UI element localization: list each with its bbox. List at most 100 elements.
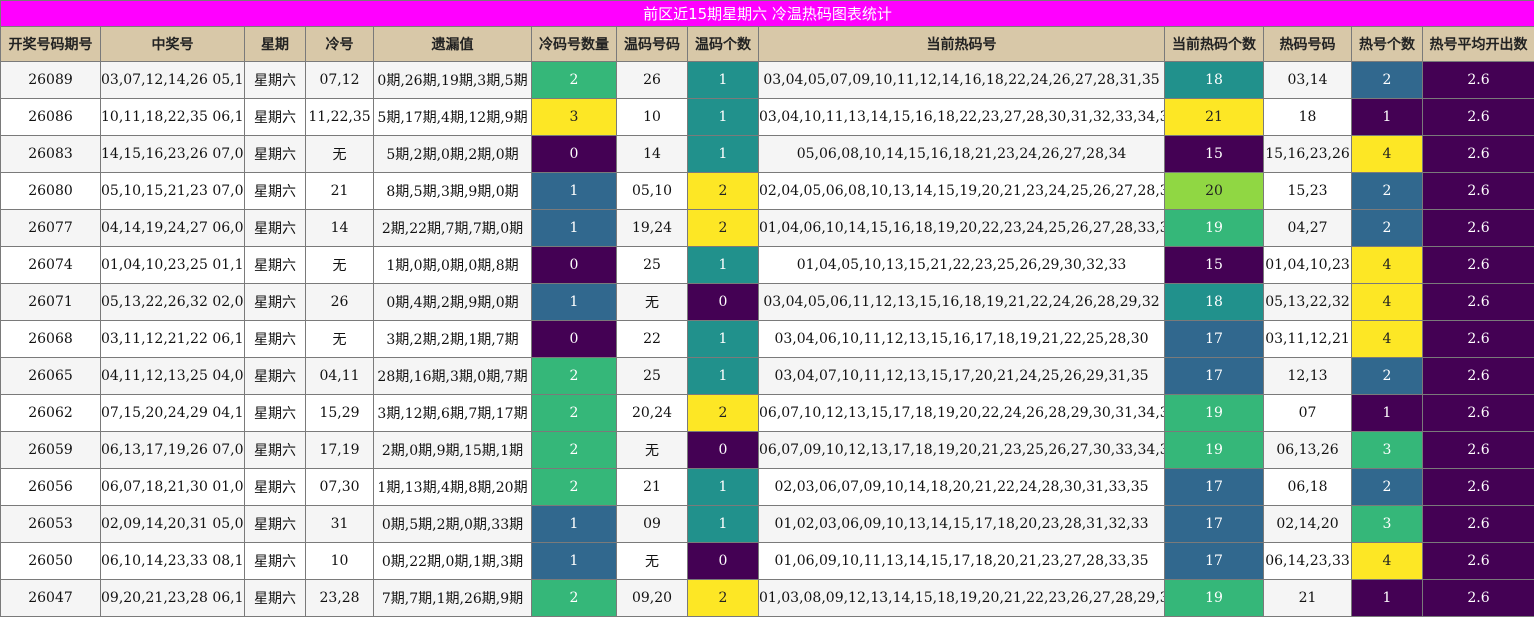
- cell-cold: 04,11: [305, 357, 374, 395]
- header-warm-count: 温码个数: [687, 26, 759, 62]
- header-numbers: 中奖号: [100, 26, 245, 62]
- cell-hot-count: 15: [1164, 135, 1264, 173]
- header-cold-count: 冷码号数量: [531, 26, 617, 62]
- cell-avg: 2.6: [1421, 320, 1534, 358]
- cell-weekday: 星期六: [244, 172, 306, 210]
- cell-hit-count: 2: [1351, 172, 1423, 210]
- cell-cold-count: 1: [531, 283, 617, 321]
- cell-hit-count: 4: [1351, 135, 1423, 173]
- cell-missing: 1期,13期,4期,8期,20期: [373, 468, 532, 506]
- table-row: 26089 03,07,12,14,26 05,11 星期六 07,12 0期,26期,…: [0, 61, 1534, 99]
- cell-issue: 26074: [0, 246, 101, 284]
- cell-warm-count: 1: [687, 135, 759, 173]
- cell-missing: 0期,26期,19期,3期,5期: [373, 61, 532, 99]
- cell-warm: 无: [616, 431, 688, 469]
- table-row: 26062 07,15,20,24,29 04,10 星期六 15,29 3期,12期,…: [0, 394, 1534, 432]
- header-avg: 热号平均开出数: [1421, 26, 1534, 62]
- table-row: 26074 01,04,10,23,25 01,12 星期六无 1期,0期,0期,0期…: [0, 246, 1534, 284]
- cell-missing: 2期,22期,7期,7期,0期: [373, 209, 532, 247]
- table-title: 前区近15期星期六 冷温热码图表统计: [0, 0, 1534, 27]
- cell-avg: 2.6: [1421, 61, 1534, 99]
- cell-hit-count: 2: [1351, 468, 1423, 506]
- title-row: 前区近15期星期六 冷温热码图表统计: [0, 0, 1534, 27]
- table-row: 26086 10,11,18,22,35 06,12 星期六 11,22,35 5期,1…: [0, 98, 1534, 136]
- cell-hot-count: 18: [1164, 61, 1264, 99]
- cell-hot-hit: 18: [1263, 98, 1352, 136]
- cell-warm: 无: [616, 542, 688, 580]
- cell-cold: 26: [305, 283, 374, 321]
- cell-missing: 3期,12期,6期,7期,17期: [373, 394, 532, 432]
- cell-hot-hit: 06,18: [1263, 468, 1352, 506]
- cell-hot-count: 17: [1164, 505, 1264, 543]
- cell-cold-count: 0: [531, 320, 617, 358]
- cell-warm: 21: [616, 468, 688, 506]
- cell-avg: 2.6: [1421, 542, 1534, 580]
- cell-warm-count: 0: [687, 542, 759, 580]
- cell-warm: 20,24: [616, 394, 688, 432]
- cell-hit-count: 1: [1351, 98, 1423, 136]
- cell-numbers: 01,04,10,23,25 01,12: [100, 246, 245, 284]
- cell-hot-count: 17: [1164, 542, 1264, 580]
- cell-issue: 26059: [0, 431, 101, 469]
- cell-hot-hit: 06,14,23,33: [1263, 542, 1352, 580]
- cell-missing: 0期,22期,0期,1期,3期: [373, 542, 532, 580]
- cell-hot-hit: 06,13,26: [1263, 431, 1352, 469]
- cell-cold-count: 2: [531, 468, 617, 506]
- cell-cold-count: 2: [531, 431, 617, 469]
- cell-weekday: 星期六: [244, 98, 306, 136]
- cell-warm-count: 0: [687, 283, 759, 321]
- cell-missing: 5期,2期,0期,2期,0期: [373, 135, 532, 173]
- cell-hot-hit: 15,23: [1263, 172, 1352, 210]
- cell-warm: 无: [616, 283, 688, 321]
- cell-cold-count: 3: [531, 98, 617, 136]
- cell-hot-hit: 04,27: [1263, 209, 1352, 247]
- cell-hit-count: 4: [1351, 283, 1423, 321]
- cell-numbers: 07,15,20,24,29 04,10: [100, 394, 245, 432]
- cell-hot-hit: 12,13: [1263, 357, 1352, 395]
- cell-issue: 26071: [0, 283, 101, 321]
- cell-hit-count: 4: [1351, 246, 1423, 284]
- cell-cold: 31: [305, 505, 374, 543]
- cell-warm-count: 2: [687, 579, 759, 617]
- cell-warm: 19,24: [616, 209, 688, 247]
- cell-hit-count: 2: [1351, 357, 1423, 395]
- cell-weekday: 星期六: [244, 246, 306, 284]
- cell-hot-count: 19: [1164, 394, 1264, 432]
- cell-weekday: 星期六: [244, 579, 306, 617]
- table-row: 26068 03,11,12,21,22 06,10 星期六无 3期,2期,2期,1期…: [0, 320, 1534, 358]
- cell-warm: 26: [616, 61, 688, 99]
- cell-hot-list: 01,06,09,10,11,13,14,15,17,18,20,21,23,2…: [758, 542, 1165, 580]
- cell-numbers: 06,13,17,19,26 07,08: [100, 431, 245, 469]
- cell-avg: 2.6: [1421, 505, 1534, 543]
- cell-warm: 09,20: [616, 579, 688, 617]
- cell-avg: 2.6: [1421, 468, 1534, 506]
- cell-weekday: 星期六: [244, 357, 306, 395]
- cell-missing: 28期,16期,3期,0期,7期: [373, 357, 532, 395]
- cell-hot-count: 17: [1164, 468, 1264, 506]
- cell-cold: 14: [305, 209, 374, 247]
- cell-warm-count: 1: [687, 468, 759, 506]
- cell-missing: 8期,5期,3期,9期,0期: [373, 172, 532, 210]
- cell-warm-count: 1: [687, 246, 759, 284]
- cell-issue: 26089: [0, 61, 101, 99]
- table-row: 26047 09,20,21,23,28 06,11 星期六 23,28 7期,7期,1…: [0, 579, 1534, 617]
- cell-cold-count: 2: [531, 357, 617, 395]
- cell-warm: 25: [616, 246, 688, 284]
- cell-hot-count: 19: [1164, 431, 1264, 469]
- cell-hit-count: 1: [1351, 579, 1423, 617]
- cell-warm: 14: [616, 135, 688, 173]
- cell-cold: 10: [305, 542, 374, 580]
- cell-warm-count: 1: [687, 320, 759, 358]
- cell-issue: 26062: [0, 394, 101, 432]
- cell-hot-list: 02,04,05,06,08,10,13,14,15,19,20,21,23,2…: [758, 172, 1165, 210]
- cell-numbers: 03,07,12,14,26 05,11: [100, 61, 245, 99]
- table-row: 26059 06,13,17,19,26 07,08 星期六 17,19 2期,0期,9…: [0, 431, 1534, 469]
- cell-issue: 26083: [0, 135, 101, 173]
- cell-weekday: 星期六: [244, 283, 306, 321]
- table-row: 26050 06,10,14,23,33 08,10 星期六 10 0期,22期,0期,…: [0, 542, 1534, 580]
- cell-hit-count: 3: [1351, 431, 1423, 469]
- header-hit-count: 热号个数: [1351, 26, 1423, 62]
- cell-hot-hit: 01,04,10,23: [1263, 246, 1352, 284]
- cell-warm: 10: [616, 98, 688, 136]
- cell-avg: 2.6: [1421, 209, 1534, 247]
